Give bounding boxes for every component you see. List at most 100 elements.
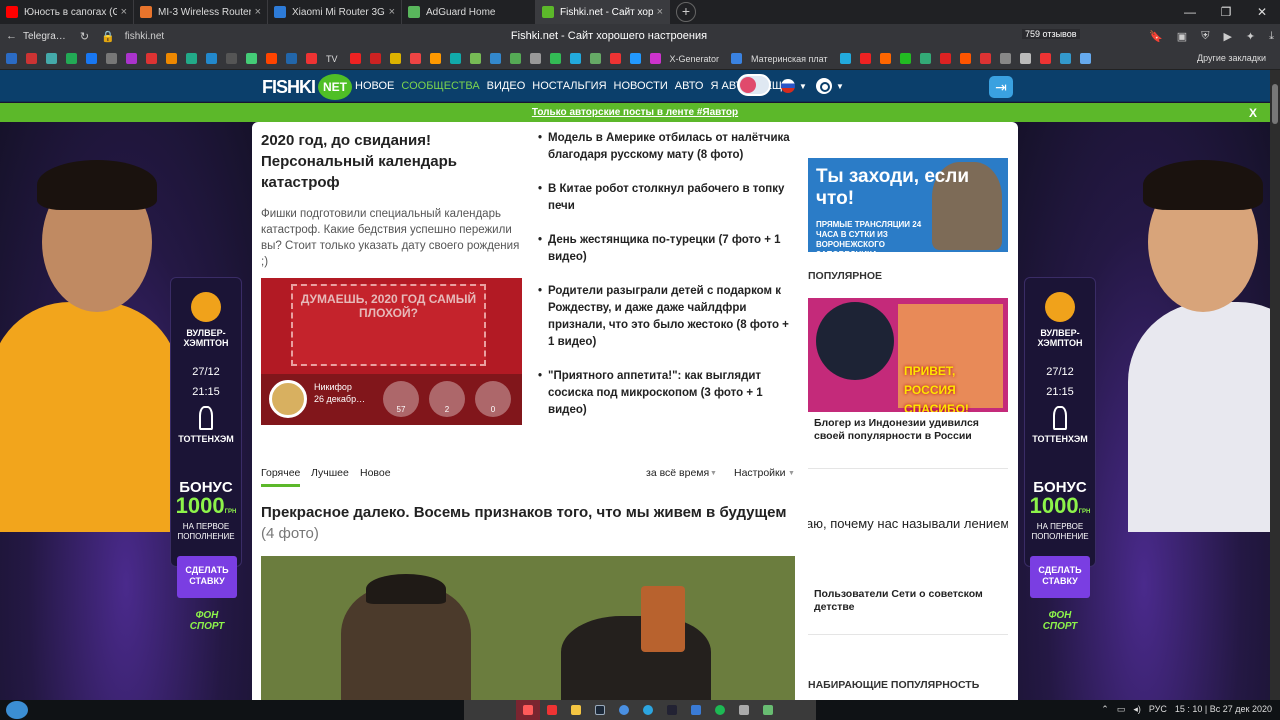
bookmark-icon[interactable] xyxy=(731,53,743,64)
bookmark-icon[interactable] xyxy=(589,53,601,64)
app-icon[interactable] xyxy=(540,700,564,720)
search-icon[interactable] xyxy=(816,78,832,94)
extension-icon[interactable]: ▣ xyxy=(1177,30,1187,43)
popular-image[interactable]: аю, почему нас называли лением Pepsi. Я … xyxy=(808,500,1008,574)
news-item[interactable]: "Приятного аппетита!": как выглядит соси… xyxy=(538,368,793,419)
app-icon[interactable] xyxy=(732,700,756,720)
tab-new[interactable]: Новое xyxy=(360,467,391,479)
period-select[interactable]: за всё время xyxy=(646,467,709,479)
theme-toggle[interactable] xyxy=(737,74,771,96)
download-icon[interactable]: ⤓ xyxy=(1269,30,1274,43)
bookmark-icon[interactable] xyxy=(1079,53,1091,64)
bet-button[interactable]: СДЕЛАТЬ СТАВКУ xyxy=(177,556,237,598)
network-icon[interactable]: ▭ xyxy=(1117,704,1126,715)
news-item[interactable]: В Китае робот столкнул рабочего в топку … xyxy=(538,181,793,215)
bookmark-icon[interactable] xyxy=(286,53,297,64)
app-icon[interactable] xyxy=(660,700,684,720)
close-icon[interactable]: × xyxy=(389,6,395,18)
bookmark-icon[interactable] xyxy=(349,53,361,64)
news-item[interactable]: Модель в Америке отбилась от налётчика б… xyxy=(538,130,793,164)
adguard-icon[interactable] xyxy=(756,700,780,720)
popular-caption[interactable]: Блогер из Индонезии удивился своей попул… xyxy=(814,417,1004,443)
extensions-icon[interactable]: ✦ xyxy=(1246,30,1255,43)
bookmark-icon[interactable] xyxy=(409,53,421,64)
bookmark-icon[interactable] xyxy=(1039,53,1051,64)
nav-new[interactable]: НОВОЕ xyxy=(355,80,394,92)
telegram-icon[interactable] xyxy=(636,700,660,720)
bookmark-icon[interactable] xyxy=(549,53,561,64)
close-window-icon[interactable]: ✕ xyxy=(1244,0,1280,24)
bookmark-icon[interactable] xyxy=(489,53,501,64)
bookmark-icon[interactable] xyxy=(226,53,237,64)
bookmark-icon[interactable] xyxy=(529,53,541,64)
bookmark-xgenerator[interactable]: X-Generator xyxy=(670,54,720,64)
sidebar-ad[interactable]: Ты заходи, если что! ПРЯМЫЕ ТРАНСЛЯЦИИ 2… xyxy=(808,158,1008,252)
bookmark-icon[interactable] xyxy=(186,53,197,64)
bookmark-icon[interactable] xyxy=(919,53,931,64)
bookmark-icon[interactable] xyxy=(649,53,661,64)
likes-button[interactable]: 2 xyxy=(429,381,465,417)
featured-image[interactable]: ДУМАЕШЬ, 2020 ГОД САМЫЙ ПЛОХОЙ? Никифор … xyxy=(261,278,522,425)
bookmark-icon[interactable] xyxy=(839,53,851,64)
settings-select[interactable]: Настройки xyxy=(734,467,786,479)
chevron-down-icon[interactable]: ▼ xyxy=(799,82,807,91)
left-ad-banner[interactable]: ВУЛВЕР-ХЭМПТОН 27/12 21:15 ТОТТЕНХЭМ БОН… xyxy=(0,122,252,700)
bookmark-icon[interactable] xyxy=(86,53,97,64)
bookmark-icon[interactable] xyxy=(106,53,117,64)
bookmark-icon[interactable] xyxy=(629,53,641,64)
tab-best[interactable]: Лучшее xyxy=(311,467,349,479)
bookmark-icon[interactable] xyxy=(1059,53,1071,64)
close-icon[interactable]: × xyxy=(121,6,127,18)
author-name[interactable]: Никифор xyxy=(314,381,365,393)
bookmark-icon[interactable] xyxy=(1019,53,1031,64)
popular-image[interactable]: ПРИВЕТ, РОССИЯ СПАСИБО! xyxy=(808,298,1008,412)
bookmark-icon[interactable] xyxy=(859,53,871,64)
bookmark-icon[interactable] xyxy=(939,53,951,64)
browser-tab[interactable]: Юность в сапогах (Gachi × xyxy=(0,0,134,24)
bookmark-icon[interactable] xyxy=(6,53,17,64)
close-icon[interactable]: × xyxy=(255,6,261,18)
nav-nostalgia[interactable]: НОСТАЛЬГИЯ xyxy=(532,80,606,92)
close-icon[interactable]: × xyxy=(657,6,663,18)
clock[interactable]: 15 : 10 | Вс 27 дек 2020 xyxy=(1175,704,1272,715)
youtube-icon[interactable]: ▶ xyxy=(1223,30,1231,43)
language-indicator[interactable]: РУС xyxy=(1149,704,1167,715)
avatar[interactable] xyxy=(269,380,307,418)
featured-title[interactable]: 2020 год, до свидания! Персональный кале… xyxy=(261,130,523,193)
login-icon[interactable]: ⇥ xyxy=(989,76,1013,98)
bookmark-icon[interactable] xyxy=(206,53,217,64)
tab-hot[interactable]: Горячее xyxy=(261,467,301,487)
bookmark-icon[interactable] xyxy=(979,53,991,64)
post-title[interactable]: Прекрасное далеко. Восемь признаков того… xyxy=(261,502,801,544)
other-bookmarks[interactable]: Другие закладки xyxy=(1197,53,1266,63)
featured-post[interactable]: 2020 год, до свидания! Персональный кале… xyxy=(261,130,523,270)
bookmark-icon[interactable]: 🔖 xyxy=(1149,30,1163,43)
nav-news[interactable]: НОВОСТИ xyxy=(614,80,668,92)
tray-up-icon[interactable]: ⌃ xyxy=(1101,704,1109,715)
promo-link[interactable]: Только авторские посты в ленте #Яавтор xyxy=(0,107,1270,118)
browser-tab-active[interactable]: Fishki.net - Сайт хорош × xyxy=(536,0,670,24)
spotify-icon[interactable] xyxy=(708,700,732,720)
nav-communities[interactable]: СООБЩЕСТВА xyxy=(401,80,479,92)
browser-tab[interactable]: AdGuard Home xyxy=(402,0,536,24)
maximize-icon[interactable]: ❐ xyxy=(1208,0,1244,24)
bookmark-icon[interactable] xyxy=(306,53,317,64)
comments-button[interactable]: 0 xyxy=(475,381,511,417)
bookmark-icon[interactable] xyxy=(899,53,911,64)
start-icon[interactable] xyxy=(6,701,28,719)
chevron-down-icon[interactable]: ▼ xyxy=(836,82,844,91)
reviews-badge[interactable]: 759 отзывов xyxy=(1022,29,1080,39)
scrollbar-thumb[interactable] xyxy=(1272,84,1278,124)
browser-tab[interactable]: Xiaomi Mi Router 3G – об × xyxy=(268,0,402,24)
browser-tab[interactable]: MI-3 Wireless Router - VP × xyxy=(134,0,268,24)
bookmark-icon[interactable] xyxy=(879,53,891,64)
page-scrollbar[interactable] xyxy=(1270,70,1280,700)
bookmark-icon[interactable] xyxy=(369,53,381,64)
nav-auto[interactable]: АВТО xyxy=(675,80,704,92)
app-icon[interactable] xyxy=(612,700,636,720)
bookmark-icon[interactable] xyxy=(449,53,461,64)
bookmark-icon[interactable] xyxy=(389,53,401,64)
site-logo[interactable]: FISHKI NET xyxy=(262,73,353,101)
shield-icon[interactable]: ⛨ xyxy=(1201,30,1209,43)
volume-icon[interactable]: ◂) xyxy=(1133,704,1141,715)
